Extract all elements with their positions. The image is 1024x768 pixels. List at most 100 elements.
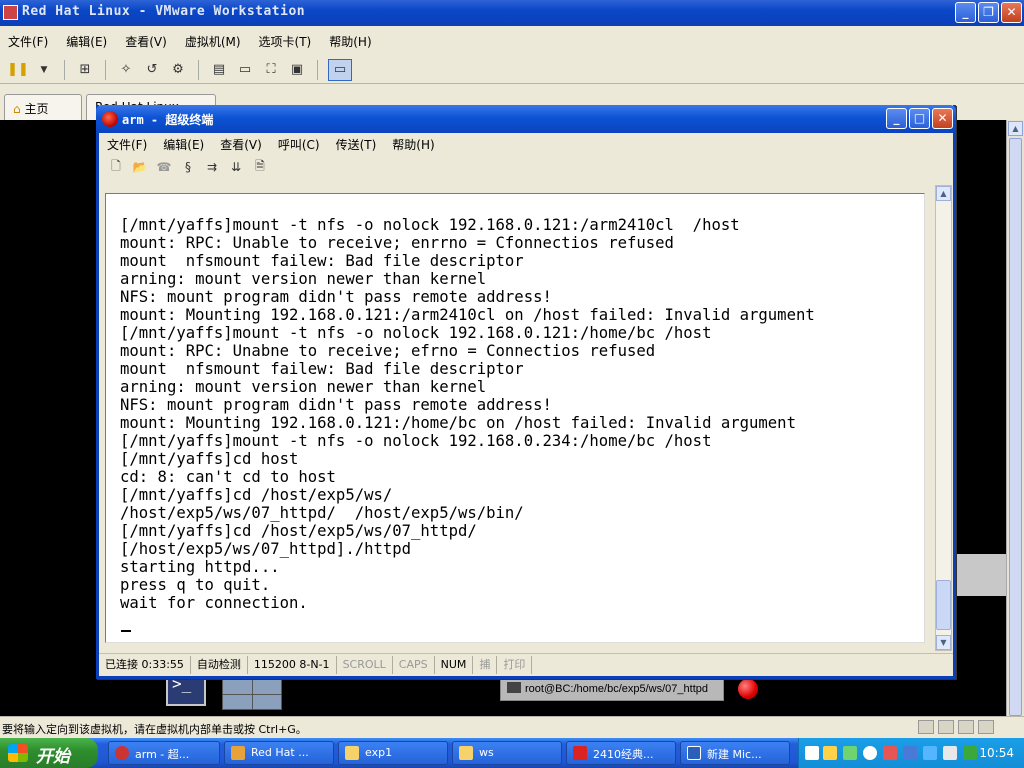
terminal-line: [/mnt/yaffs]mount -t nfs -o nolock 192.1… (120, 432, 712, 450)
terminal-scrollbar[interactable]: ▲ ▼ (935, 185, 952, 651)
disconnect-icon[interactable]: § (179, 158, 197, 176)
terminal-minimize-button[interactable]: _ (886, 108, 907, 129)
send-icon[interactable]: ⇉ (203, 158, 221, 176)
terminal-line: wait for connection. (120, 594, 308, 612)
terminal-line: starting httpd... (120, 558, 280, 576)
toolbar-separator (64, 59, 65, 80)
snapshot-manager-icon[interactable]: ⚙ (168, 61, 188, 79)
tab-home[interactable]: ⌂ 主页 ✕ (4, 94, 82, 131)
guest-alert-icon[interactable] (738, 679, 758, 699)
tray-icon[interactable] (943, 746, 957, 760)
taskbar-item-label: arm - 超... (135, 748, 190, 761)
network-icon[interactable]: ⊞ (75, 61, 95, 79)
sidebar-view-icon[interactable]: ▤ (209, 61, 229, 79)
terminal-output[interactable]: [/mnt/yaffs]mount -t nfs -o nolock 192.1… (105, 193, 925, 643)
terminal-line: [/mnt/yaffs]mount -t nfs -o nolock 192.1… (120, 324, 712, 342)
terminal-maximize-button[interactable]: □ (909, 108, 930, 129)
terminal-menu-call[interactable]: 呼叫(C) (278, 136, 320, 153)
terminal-menu-view[interactable]: 查看(V) (220, 136, 262, 153)
tray-icon[interactable] (963, 746, 977, 760)
terminal-menu-help[interactable]: 帮助(H) (392, 136, 434, 153)
vmware-caption-buttons: _ ❐ ✕ (955, 2, 1022, 23)
toolbar-separator (105, 59, 106, 80)
menu-vm[interactable]: 虚拟机(M) (185, 33, 241, 50)
snapshot-icon[interactable]: ✧ (116, 61, 136, 79)
status-scroll: SCROLL (337, 655, 393, 674)
terminal-close-button[interactable]: ✕ (932, 108, 953, 129)
start-button[interactable]: 开始 (0, 738, 98, 768)
taskbar-item-hyperterminal[interactable]: arm - 超... (108, 741, 220, 765)
call-icon[interactable]: ☎ (155, 158, 173, 176)
revert-icon[interactable]: ↺ (142, 61, 162, 79)
menu-help[interactable]: 帮助(H) (329, 33, 371, 50)
guest-task-terminal[interactable]: root@BC:/home/bc/exp5/ws/07_httpd (500, 677, 724, 701)
taskbar-item-label: 新建 Mic... (707, 748, 762, 761)
status-capture: 捕 (473, 655, 498, 674)
taskbar-item-label: exp1 (365, 746, 393, 759)
terminal-line: /host/exp5/ws/07_httpd/ /host/exp5/ws/bi… (120, 504, 524, 522)
fullscreen-icon[interactable]: ⛶ (261, 61, 281, 79)
pause-icon[interactable]: ❚❚ (7, 61, 29, 79)
taskbar-item-vmware[interactable]: Red Hat ... (224, 741, 334, 765)
terminal-line: [/mnt/yaffs]mount -t nfs -o nolock 192.1… (120, 216, 740, 234)
terminal-cursor (121, 630, 131, 632)
status-print: 打印 (497, 655, 533, 674)
antivirus-icon[interactable] (883, 746, 897, 760)
unity-icon[interactable]: ▣ (287, 61, 307, 79)
taskbar-item-folder-ws[interactable]: ws (452, 741, 562, 765)
taskbar-item-label: ws (479, 746, 494, 759)
vmware-status-text: 要将输入定向到该虚拟机，请在虚拟机内部单击或按 Ctrl+G。 (2, 723, 307, 736)
terminal-menu-edit[interactable]: 编辑(E) (163, 136, 204, 153)
vmware-tray-icon[interactable] (923, 746, 937, 760)
scroll-thumb[interactable] (1009, 138, 1022, 716)
terminal-line: mount: RPC: Unabne to receive; efrno = C… (120, 342, 656, 360)
device-icons (918, 720, 994, 734)
quick-switch-icon[interactable]: ▭ (235, 61, 255, 79)
hdd-icon[interactable] (918, 720, 934, 734)
menu-file[interactable]: 文件(F) (8, 33, 48, 50)
open-folder-icon[interactable]: 📂 (131, 158, 149, 176)
guest-scrollbar[interactable]: ▲ (1006, 120, 1024, 716)
restore-button[interactable]: ❐ (978, 2, 999, 23)
new-file-icon[interactable]: 🗋 (107, 158, 125, 176)
cdrom-icon[interactable] (938, 720, 954, 734)
toolbar-separator (317, 59, 318, 80)
scroll-up-icon[interactable]: ▲ (936, 186, 951, 201)
scroll-up-icon[interactable]: ▲ (1008, 121, 1023, 136)
terminal-scroll-thumb[interactable] (936, 580, 951, 630)
menu-edit[interactable]: 编辑(E) (66, 33, 107, 50)
taskbar-item-pdf[interactable]: 2410经典... (566, 741, 676, 765)
network-adapter-icon[interactable] (958, 720, 974, 734)
status-connected: 已连接 0:33:55 (99, 655, 191, 674)
terminal-menu-transfer[interactable]: 传送(T) (336, 136, 377, 153)
menu-view[interactable]: 查看(V) (125, 33, 167, 50)
back-arrow-icon[interactable] (863, 746, 877, 760)
terminal-menubar: 文件(F) 编辑(E) 查看(V) 呼叫(C) 传送(T) 帮助(H) (99, 133, 953, 155)
scroll-down-icon[interactable]: ▼ (936, 635, 951, 650)
speaker-icon[interactable] (843, 746, 857, 760)
receive-icon[interactable]: ⇊ (227, 158, 245, 176)
status-caps: CAPS (393, 655, 435, 674)
taskbar-item-word[interactable]: 新建 Mic... (680, 741, 790, 765)
taskbar-item-folder-exp1[interactable]: exp1 (338, 741, 448, 765)
taskbar-clock: 10:54 (979, 746, 1014, 760)
menu-tabs[interactable]: 选项卡(T) (259, 33, 312, 50)
minimize-button[interactable]: _ (955, 2, 976, 23)
usb-icon[interactable] (978, 720, 994, 734)
vmware-titlebar[interactable]: Red Hat Linux - VMware Workstation _ ❐ ✕ (0, 0, 1024, 26)
terminal-menu-file[interactable]: 文件(F) (107, 136, 147, 153)
terminal-titlebar[interactable]: arm - 超级终端 _ □ ✕ (96, 105, 956, 133)
network-tray-icon[interactable] (903, 746, 917, 760)
workspace-pager[interactable] (222, 678, 282, 710)
properties-icon[interactable]: 🗎 (251, 158, 269, 176)
terminal-caption-buttons: _ □ ✕ (886, 108, 953, 129)
pdf-icon (573, 746, 587, 760)
terminal-line: mount nfsmount failew: Bad file descript… (120, 252, 524, 270)
keyboard-icon[interactable] (805, 746, 819, 760)
close-button[interactable]: ✕ (1001, 2, 1022, 23)
console-view-icon[interactable]: ▭ (328, 58, 352, 81)
terminal-line: [/mnt/yaffs]cd /host/exp5/ws/ (120, 486, 393, 504)
terminal-line: NFS: mount program didn't pass remote ad… (120, 396, 552, 414)
dropdown-arrow-icon[interactable]: ▼ (34, 61, 54, 79)
help-icon[interactable] (823, 746, 837, 760)
